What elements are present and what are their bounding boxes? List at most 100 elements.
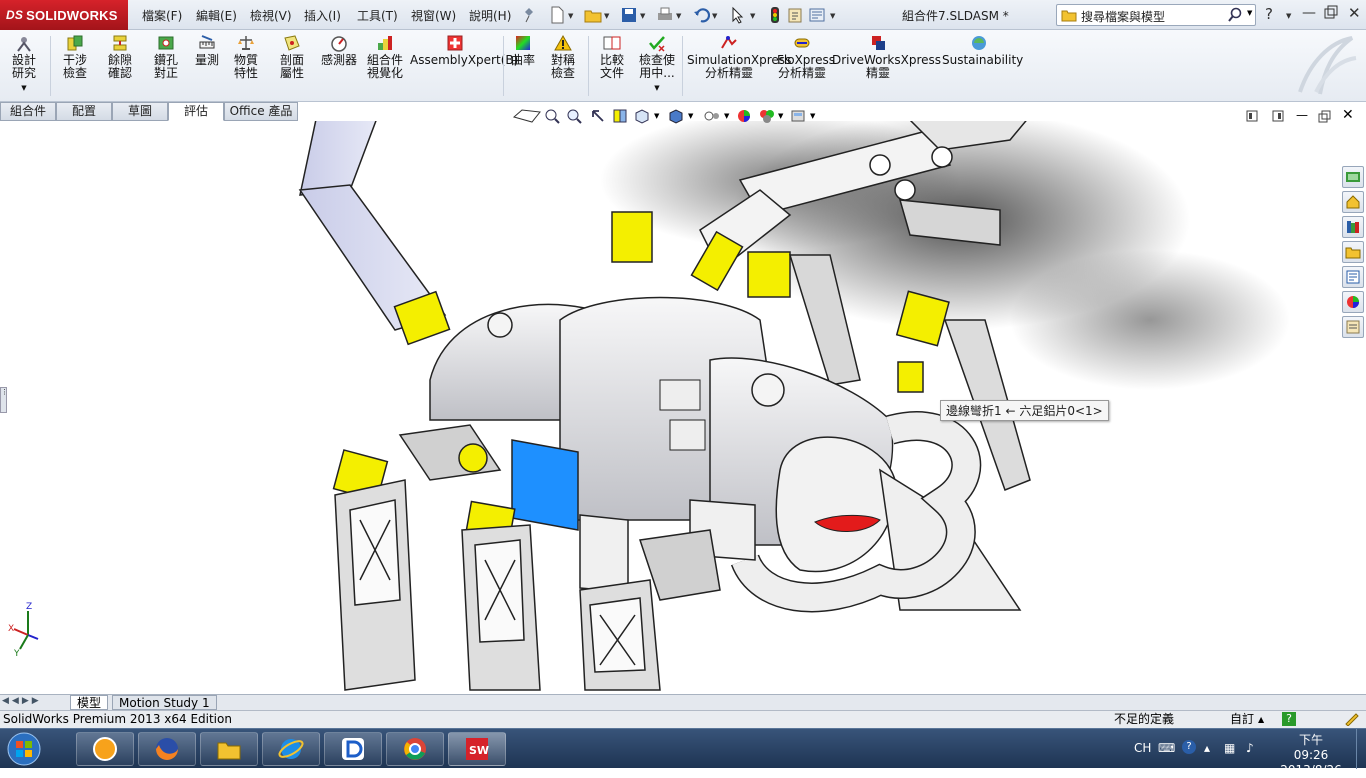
robot-model-view[interactable] xyxy=(0,121,1366,694)
assemblyxpert-button[interactable]: AssemblyXpert(B) xyxy=(410,34,518,67)
tab-scroll-arrows-icon[interactable]: ◀◀▶▶ xyxy=(2,696,42,706)
measure-button[interactable]: 量測 xyxy=(190,34,224,67)
taskpane-design-library-tab[interactable] xyxy=(1342,216,1364,238)
start-orb-icon[interactable] xyxy=(6,731,42,770)
taskpane-appearances-tab[interactable] xyxy=(1342,291,1364,313)
viewport-split-icon[interactable] xyxy=(1246,110,1258,125)
rebuild-icon[interactable] xyxy=(766,6,784,24)
assembly-visualization-button[interactable]: 組合件視覺化 xyxy=(364,34,406,80)
previous-view-icon[interactable] xyxy=(512,108,542,129)
help-dropdown-icon[interactable]: ▼ xyxy=(1286,12,1291,20)
taskbar-solidworks[interactable]: SW xyxy=(448,732,506,766)
view-orientation-icon[interactable] xyxy=(634,108,650,127)
sensor-button[interactable]: 感測器 xyxy=(318,34,360,67)
restore-window-icon[interactable] xyxy=(1324,5,1338,22)
feature-manager-expand-handle[interactable]: ⋮ xyxy=(0,387,8,413)
tab-assembly[interactable]: 組合件 xyxy=(0,102,56,121)
driveworksxpress-button[interactable]: DriveWorksXpress精靈 xyxy=(832,34,941,80)
taskbar-explorer[interactable] xyxy=(200,732,258,766)
hide-show-dropdown-icon[interactable]: ▼ xyxy=(724,112,729,120)
menu-window[interactable]: 視窗(W) xyxy=(411,7,456,24)
search-box[interactable]: 搜尋檔案與模型 ▼ xyxy=(1056,4,1256,26)
view-orientation-dropdown-icon[interactable]: ▼ xyxy=(654,112,659,120)
interference-detection-button[interactable]: 干涉檢查 xyxy=(56,34,94,80)
zoom-to-area-icon[interactable] xyxy=(566,108,582,127)
display-style-icon[interactable] xyxy=(668,108,684,127)
taskpane-resources-tab[interactable] xyxy=(1342,166,1364,188)
simulationxpress-button[interactable]: SimulationXpress分析精靈 xyxy=(686,34,791,80)
print-dropdown-icon[interactable]: ▼ xyxy=(676,12,681,20)
open-folder-icon[interactable] xyxy=(584,6,602,24)
tab-evaluate[interactable]: 評估 xyxy=(168,102,224,121)
save-dropdown-icon[interactable]: ▼ xyxy=(640,12,645,20)
undo-dropdown-icon[interactable]: ▼ xyxy=(712,12,717,20)
menu-insert[interactable]: 插入(I) xyxy=(304,7,341,24)
network-icon[interactable]: ▦ xyxy=(1224,741,1235,755)
tab-office-products[interactable]: Office 產品 xyxy=(224,102,298,121)
hole-alignment-button[interactable]: 鑽孔對正 xyxy=(146,34,186,80)
graphics-area[interactable]: Z X Y ⋮ xyxy=(0,121,1366,694)
apply-scene-dropdown-icon[interactable]: ▼ xyxy=(778,112,783,120)
keyboard-icon[interactable]: ⌨ xyxy=(1158,741,1175,755)
show-hidden-icons-icon[interactable]: ▴ xyxy=(1204,741,1210,755)
open-dropdown-icon[interactable]: ▼ xyxy=(604,12,609,20)
language-indicator[interactable]: CH xyxy=(1134,741,1151,755)
taskpane-custom-properties-tab[interactable] xyxy=(1342,316,1364,338)
taskpane-view-palette-tab[interactable] xyxy=(1342,266,1364,288)
taskbar-sunny-app[interactable] xyxy=(76,732,134,766)
zoom-to-fit-icon[interactable] xyxy=(544,108,560,127)
hide-show-items-icon[interactable] xyxy=(702,108,722,127)
search-icon[interactable] xyxy=(1227,7,1243,26)
menu-tools[interactable]: 工具(T) xyxy=(357,7,398,24)
taskpane-file-explorer-tab[interactable] xyxy=(1342,241,1364,263)
curvature-button[interactable]: 曲率 xyxy=(508,34,538,67)
select-pointer-icon[interactable] xyxy=(728,6,746,24)
view-settings-icon[interactable] xyxy=(790,108,806,127)
design-study-button[interactable]: 設計研究 ▼ xyxy=(4,34,44,95)
save-icon[interactable] xyxy=(620,6,638,24)
tab-motion-study[interactable]: Motion Study 1 xyxy=(112,695,217,710)
menu-help[interactable]: 說明(H) xyxy=(469,7,511,24)
help-status-icon[interactable]: ? xyxy=(1282,712,1296,726)
previous-view-arrow-icon[interactable] xyxy=(590,108,606,127)
compare-documents-button[interactable]: 比較文件 xyxy=(592,34,632,80)
file-properties-icon[interactable] xyxy=(786,6,804,24)
search-dropdown-icon[interactable]: ▼ xyxy=(1247,9,1252,17)
menu-file[interactable]: 檔案(F) xyxy=(142,7,182,24)
taskpane-home-tab[interactable] xyxy=(1342,191,1364,213)
undo-icon[interactable] xyxy=(692,6,711,24)
viewport-restore-icon[interactable] xyxy=(1318,110,1331,126)
volume-icon[interactable]: ♪ xyxy=(1246,741,1254,755)
tab-layout[interactable]: 配置 xyxy=(56,102,112,121)
taskbar-chrome[interactable] xyxy=(386,732,444,766)
taskbar-ie[interactable] xyxy=(262,732,320,766)
viewport-minimize-icon[interactable]: — xyxy=(1296,108,1308,122)
options-icon[interactable] xyxy=(808,6,826,24)
sustainability-button[interactable]: Sustainability xyxy=(942,34,1023,67)
tab-model[interactable]: 模型 xyxy=(70,695,109,710)
menu-view[interactable]: 檢視(V) xyxy=(250,7,292,24)
new-document-icon[interactable] xyxy=(548,6,566,24)
mass-properties-button[interactable]: 物質特性 xyxy=(226,34,266,80)
clearance-verification-button[interactable]: 餘隙確認 xyxy=(100,34,140,80)
section-properties-button[interactable]: 剖面屬性 xyxy=(272,34,312,80)
taskbar-firefox[interactable] xyxy=(138,732,196,766)
help-tray-icon[interactable]: ? xyxy=(1182,740,1196,754)
display-style-dropdown-icon[interactable]: ▼ xyxy=(688,112,693,120)
select-dropdown-icon[interactable]: ▼ xyxy=(750,12,755,20)
tab-sketch[interactable]: 草圖 xyxy=(112,102,168,121)
apply-scene-icon[interactable] xyxy=(758,108,776,127)
close-window-icon[interactable]: ✕ xyxy=(1348,4,1361,22)
viewport-close-icon[interactable]: ✕ xyxy=(1342,107,1354,123)
taskbar-downloader[interactable] xyxy=(324,732,382,766)
viewport-expand-icon[interactable] xyxy=(1272,110,1284,125)
check-active-document-button[interactable]: 檢查使用中... ▼ xyxy=(636,34,678,95)
print-icon[interactable] xyxy=(656,6,674,24)
show-desktop-button[interactable] xyxy=(1356,729,1366,769)
status-units[interactable]: 自訂 xyxy=(1230,711,1254,728)
section-view-icon[interactable] xyxy=(612,108,628,127)
system-clock[interactable]: 下午 09:26 2013/8/26 xyxy=(1280,733,1342,778)
units-dropdown-icon[interactable]: ▲ xyxy=(1258,711,1264,728)
options-dropdown-icon[interactable]: ▼ xyxy=(830,12,835,20)
help-icon[interactable]: ? xyxy=(1265,5,1273,23)
